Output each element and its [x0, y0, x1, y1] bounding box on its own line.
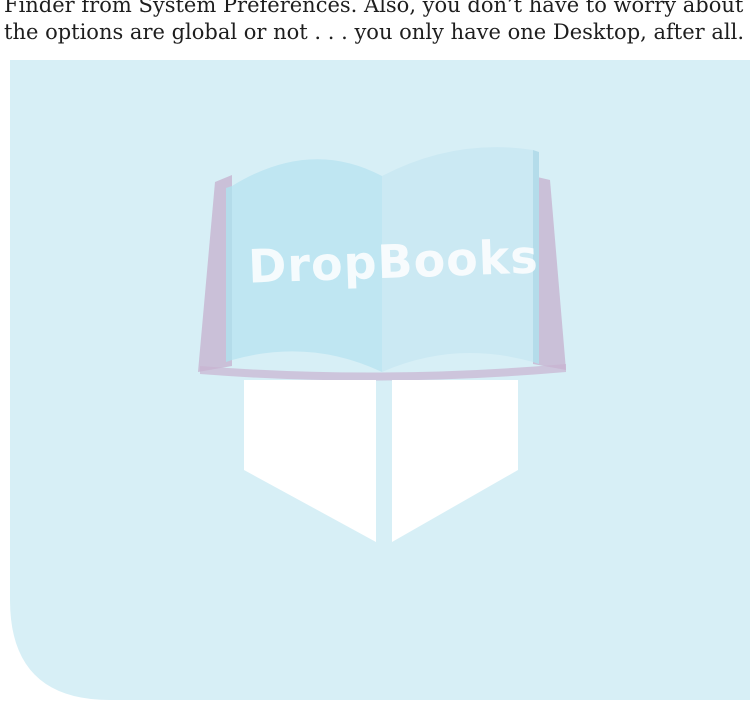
document-page: Finder from System Preferences. Also, yo… — [0, 0, 750, 706]
watermark-logo-text: DropBooks — [247, 229, 539, 293]
dropbooks-watermark: DropBooks — [0, 60, 750, 700]
book-page-edge-left — [226, 186, 232, 362]
